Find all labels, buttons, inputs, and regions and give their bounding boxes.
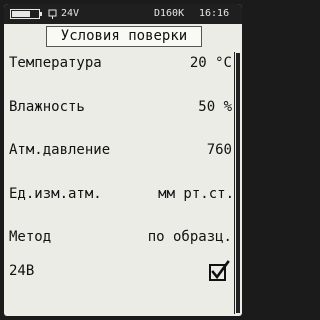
clock: 16:16 bbox=[199, 8, 230, 19]
row-value: по образц. bbox=[147, 229, 232, 245]
row-value: 760 bbox=[206, 142, 232, 158]
row-label: Ед.изм.атм. bbox=[9, 186, 102, 202]
screen-title: Условия поверки bbox=[46, 26, 202, 47]
row-24v[interactable]: 24В bbox=[4, 260, 234, 282]
checkbox-checked-icon[interactable] bbox=[208, 260, 230, 282]
row-pressure-unit[interactable]: Ед.изм.атм. мм рт.ст. bbox=[4, 183, 234, 205]
settings-list: Температура 20 °C Влажность 50 % Атм.дав… bbox=[4, 52, 234, 316]
battery-tip bbox=[40, 12, 42, 16]
power-plug-icon bbox=[48, 9, 57, 19]
battery-level-fill bbox=[12, 11, 30, 17]
row-label: Метод bbox=[9, 229, 52, 245]
row-label: Влажность bbox=[9, 99, 85, 115]
row-label: 24В bbox=[9, 263, 35, 279]
row-label: Атм.давление bbox=[9, 142, 111, 158]
scrollbar-thumb[interactable] bbox=[236, 53, 240, 313]
row-temperature[interactable]: Температура 20 °C bbox=[4, 52, 234, 74]
row-label: Температура bbox=[9, 55, 102, 71]
row-value: 50 % bbox=[198, 99, 232, 115]
row-atm-pressure[interactable]: Атм.давление 760 bbox=[4, 139, 234, 161]
device-id: D160K bbox=[154, 8, 185, 19]
device-screen: 24V D160K 16:16 Условия поверки Температ… bbox=[4, 4, 242, 316]
row-method[interactable]: Метод по образц. bbox=[4, 226, 234, 248]
row-value: мм рт.ст. bbox=[158, 186, 234, 202]
row-humidity[interactable]: Влажность 50 % bbox=[4, 96, 234, 118]
row-value: 20 °C bbox=[189, 55, 232, 71]
status-bar: 24V D160K 16:16 bbox=[4, 4, 242, 24]
voltage-indicator: 24V bbox=[61, 8, 80, 19]
scrollbar[interactable] bbox=[234, 52, 240, 314]
battery-icon bbox=[10, 9, 40, 19]
